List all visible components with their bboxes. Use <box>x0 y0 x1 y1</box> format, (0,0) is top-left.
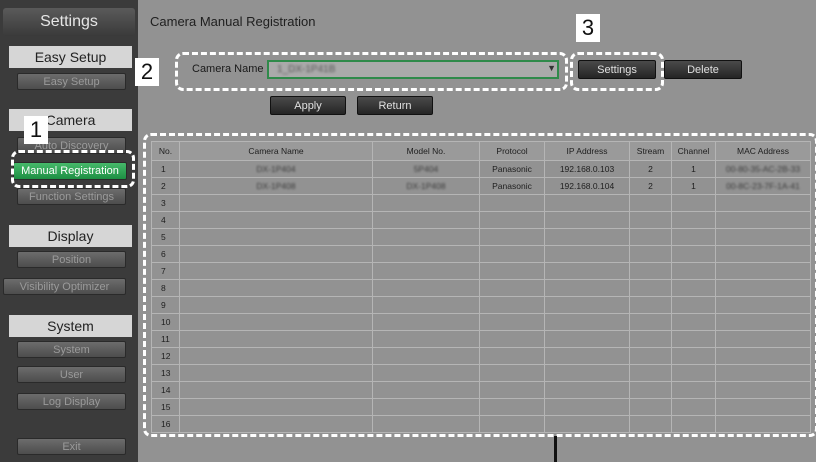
table-callout-highlight <box>143 133 818 437</box>
callout-1-label: 1 <box>24 116 48 144</box>
section-easy-setup: Easy Setup <box>9 46 132 68</box>
section-display: Display <box>9 225 132 247</box>
sidebar-item-user[interactable]: User <box>17 366 126 383</box>
sidebar-item-visibility-optimizer[interactable]: Visibility Optimizer <box>3 278 126 295</box>
callout-3-label: 3 <box>576 14 600 42</box>
delete-button[interactable]: Delete <box>664 60 742 79</box>
sidebar: Settings Easy Setup Easy Setup Camera Au… <box>0 0 138 462</box>
sidebar-item-system[interactable]: System <box>17 341 126 358</box>
sidebar-title: Settings <box>3 8 135 36</box>
sidebar-item-log-display[interactable]: Log Display <box>17 393 126 410</box>
callout-leader-line <box>554 436 557 462</box>
apply-button[interactable]: Apply <box>270 96 346 115</box>
sidebar-item-easy-setup[interactable]: Easy Setup <box>17 73 126 90</box>
sidebar-item-function-settings[interactable]: Function Settings <box>17 188 126 205</box>
page-title: Camera Manual Registration <box>150 14 316 29</box>
callout-2-label: 2 <box>135 58 159 86</box>
return-button[interactable]: Return <box>357 96 433 115</box>
callout-3-highlight <box>570 52 664 91</box>
section-system: System <box>9 315 132 337</box>
callout-2-highlight <box>175 52 568 91</box>
exit-button[interactable]: Exit <box>17 438 126 455</box>
sidebar-item-position[interactable]: Position <box>17 251 126 268</box>
callout-1-highlight <box>11 150 135 188</box>
